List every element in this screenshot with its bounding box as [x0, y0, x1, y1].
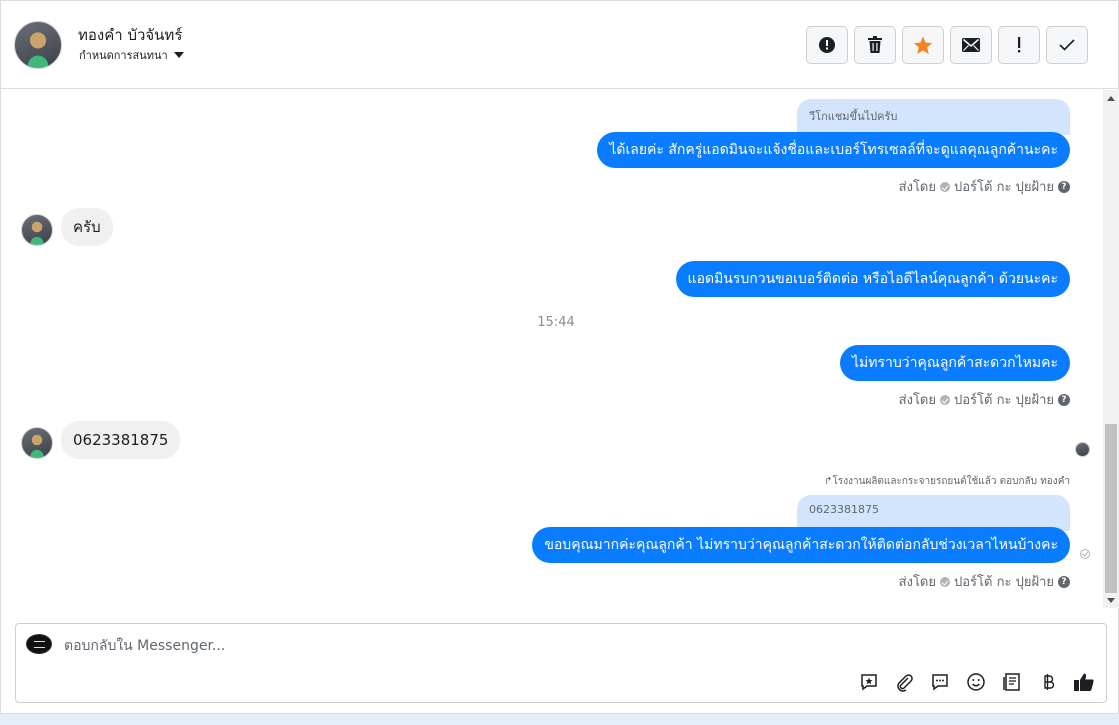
- contact-name[interactable]: ทองคำ บัวจันทร์: [78, 23, 182, 47]
- help-icon[interactable]: ?: [1058, 180, 1070, 193]
- outgoing-message[interactable]: ขอบคุณมากค่ะคุณลูกค้า ไม่ทราบว่าคุณลูกค้…: [532, 527, 1070, 563]
- page-avatar: [26, 634, 52, 654]
- sent-by-line: ส่งโดย ปอร์โต้ กะ ปุยฝ้าย ?: [899, 176, 1070, 197]
- chat-bubble-icon[interactable]: [928, 670, 952, 694]
- help-icon[interactable]: ?: [1058, 575, 1070, 588]
- contact-avatar-small: [21, 427, 53, 459]
- mark-done-button[interactable]: [1046, 26, 1088, 64]
- help-icon[interactable]: ?: [1058, 393, 1070, 406]
- outgoing-message[interactable]: แอดมินรบกวนขอเบอร์ติดต่อ หรือไอดีไลน์คุณ…: [675, 261, 1070, 297]
- sent-by-label: ส่งโดย: [898, 180, 936, 195]
- quoted-text: วีโกแชมขึ้นไปครับ: [809, 110, 898, 123]
- verified-icon: [940, 576, 950, 587]
- star-icon: [913, 36, 933, 54]
- alert-circle-icon: [819, 37, 835, 53]
- quoted-text: 0623381875: [809, 503, 879, 516]
- assign-label: กำหนดการสนทนา: [79, 49, 168, 62]
- assign-conversation-dropdown[interactable]: กำหนดการสนทนา: [79, 46, 184, 64]
- reply-input[interactable]: [64, 636, 764, 656]
- delete-button[interactable]: [854, 26, 896, 64]
- outgoing-message[interactable]: ได้เลยค่ะ สักครู่แอดมินจะแจ้งชื่อและเบอร…: [597, 132, 1070, 168]
- attachment-icon[interactable]: [892, 670, 916, 694]
- star-button[interactable]: [902, 26, 944, 64]
- reply-note: ↱โรงงานผลิตและกระจายรถยนต์ใช้แล้ว ตอบกลั…: [824, 474, 1070, 489]
- follow-up-button[interactable]: [998, 26, 1040, 64]
- reply-note-text: โรงงานผลิตและกระจายรถยนต์ใช้แล้ว ตอบกลับ…: [832, 476, 1070, 487]
- sent-check-icon: [1080, 549, 1090, 559]
- mark-spam-button[interactable]: [806, 26, 848, 64]
- quoted-message: วีโกแชมขึ้นไปครับ: [797, 99, 1070, 135]
- contact-avatar[interactable]: [14, 21, 62, 69]
- sent-by-line: ส่งโดย ปอร์โต้ กะ ปุยฝ้าย ?: [899, 571, 1070, 592]
- incoming-message[interactable]: 0623381875: [61, 421, 181, 459]
- notes-icon[interactable]: [1000, 670, 1024, 694]
- sender-name: ปอร์โต้ กะ ปุยฝ้าย: [954, 575, 1054, 590]
- trash-icon: [868, 36, 882, 53]
- outgoing-message[interactable]: ไม่ทราบว่าคุณลูกค้าสะดวกไหมคะ: [839, 345, 1070, 381]
- saved-reply-icon[interactable]: [857, 670, 881, 694]
- caret-down-icon: [173, 52, 184, 58]
- reply-composer: [15, 623, 1107, 703]
- like-icon[interactable]: [1072, 670, 1096, 694]
- sender-name: ปอร์โต้ กะ ปุยฝ้าย: [954, 393, 1054, 408]
- contact-avatar-small: [21, 214, 53, 246]
- sent-by-line: ส่งโดย ปอร์โต้ กะ ปุยฝ้าย ?: [899, 389, 1070, 410]
- scroll-up-arrow-icon[interactable]: [1107, 96, 1115, 101]
- mark-unread-button[interactable]: [950, 26, 992, 64]
- conversation-header: ทองคำ บัวจันทร์ กำหนดการสนทนา: [1, 1, 1118, 89]
- conversation-panel: ทองคำ บัวจันทร์ กำหนดการสนทนา วีโกแชมขึ้…: [0, 0, 1119, 714]
- checkmark-icon: [1059, 39, 1075, 51]
- scrollbar-thumb[interactable]: [1105, 424, 1117, 593]
- emoji-icon[interactable]: [964, 670, 988, 694]
- verified-icon: [940, 181, 950, 192]
- envelope-icon: [962, 38, 980, 52]
- sent-by-label: ส่งโดย: [898, 393, 936, 408]
- sent-by-label: ส่งโดย: [898, 575, 936, 590]
- baht-icon[interactable]: [1036, 670, 1060, 694]
- timestamp: 15:44: [537, 315, 575, 330]
- verified-icon: [940, 394, 950, 405]
- exclamation-icon: [1018, 37, 1021, 53]
- seen-avatar: [1075, 442, 1090, 457]
- scroll-down-arrow-icon[interactable]: [1107, 598, 1115, 603]
- sender-name: ปอร์โต้ กะ ปุยฝ้าย: [954, 180, 1054, 195]
- quoted-message: 0623381875: [797, 495, 1070, 531]
- incoming-message[interactable]: ครับ: [61, 208, 113, 246]
